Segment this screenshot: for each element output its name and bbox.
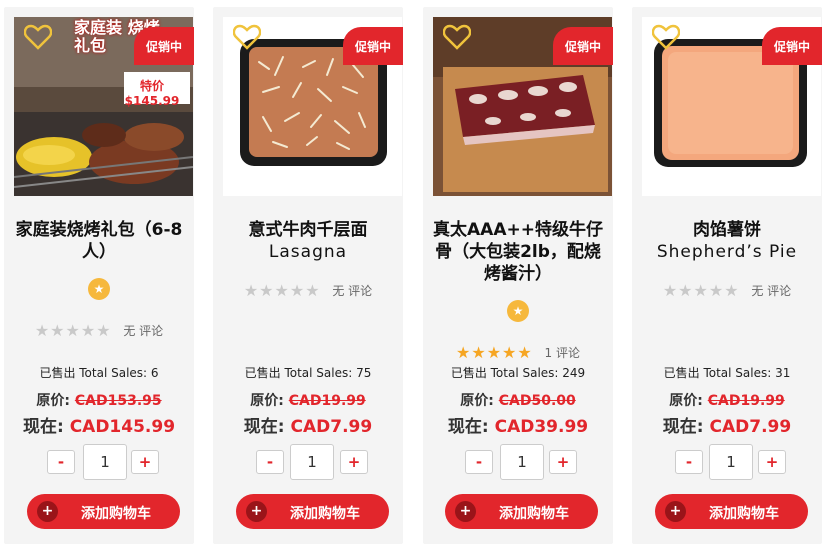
rating-stars: ★★★★★ <box>243 281 321 300</box>
qty-input[interactable]: 1 <box>500 444 544 480</box>
rating-stars: ★★★★★ <box>662 281 740 300</box>
qty-input[interactable]: 1 <box>709 444 753 480</box>
review-count[interactable]: 无 评论 <box>123 324 163 338</box>
image-price-tag: 特价 $145.99 <box>124 79 180 108</box>
quantity-stepper: - 1 + <box>423 444 613 480</box>
product-title[interactable]: 家庭装烧烤礼包（6-8人） <box>14 219 184 263</box>
heart-icon[interactable] <box>232 24 262 50</box>
original-price-label: 原价: <box>669 393 703 409</box>
original-price-value: CAD19.99 <box>707 393 785 409</box>
rating-row: ★★★★★ 无 评论 <box>4 321 194 340</box>
qty-input[interactable]: 1 <box>290 444 334 480</box>
original-price-value: CAD19.99 <box>288 393 366 409</box>
product-title-cn: 意式牛肉千层面 <box>248 220 368 240</box>
product-title-cn: 真太AAA++特级牛仔骨（大包装2lb，配烧烤酱汁） <box>433 220 603 284</box>
current-price: 现在: CAD39.99 <box>423 412 613 437</box>
product-card: 家庭装 烧烤礼包 特价 $145.99 促销中 家庭装烧烤礼包（6-8人） ★ … <box>4 7 194 544</box>
add-to-cart-button[interactable]: + 添加购物车 <box>27 494 180 529</box>
qty-minus-button[interactable]: - <box>47 450 75 474</box>
current-price: 现在: CAD7.99 <box>632 412 822 437</box>
heart-icon[interactable] <box>442 24 472 50</box>
total-sales: 已售出 Total Sales: 6 <box>39 366 159 380</box>
add-to-cart-label: 添加购物车 <box>81 506 151 522</box>
quantity-stepper: - 1 + <box>4 444 194 480</box>
original-price-value: CAD50.00 <box>498 393 576 409</box>
qty-minus-button[interactable]: - <box>256 450 284 474</box>
sale-badge: 促销中 <box>762 27 822 65</box>
rating-row: ★★★★★ 1 评论 <box>423 343 613 362</box>
qty-plus-button[interactable]: + <box>340 450 368 474</box>
add-to-cart-label: 添加购物车 <box>290 506 360 522</box>
product-title[interactable]: 意式牛肉千层面 Lasagna <box>213 219 403 263</box>
rating-stars: ★★★★★ <box>456 343 533 362</box>
current-price-value: CAD7.99 <box>290 417 373 437</box>
current-price-value: CAD7.99 <box>709 417 792 437</box>
qty-minus-button[interactable]: - <box>465 450 493 474</box>
qty-plus-button[interactable]: + <box>549 450 577 474</box>
product-title-cn: 家庭装烧烤礼包（6-8人） <box>15 220 183 262</box>
product-card: 促销中 肉馅薯饼 Shepherd’s Pie ★★★★★ 无 评论 已售出 T… <box>632 7 822 544</box>
plus-icon: + <box>665 501 686 522</box>
plus-icon: + <box>455 501 476 522</box>
current-price: 现在: CAD145.99 <box>4 412 194 437</box>
heart-icon[interactable] <box>23 24 53 50</box>
sale-badge: 促销中 <box>343 27 403 65</box>
rating-stars: ★★★★★ <box>34 321 112 340</box>
plus-icon: + <box>246 501 267 522</box>
original-price-label: 原价: <box>250 393 284 409</box>
product-title-en: Lasagna <box>268 242 348 262</box>
original-price-label: 原价: <box>36 393 70 409</box>
product-grid: 家庭装 烧烤礼包 特价 $145.99 促销中 家庭装烧烤礼包（6-8人） ★ … <box>0 0 837 551</box>
quantity-stepper: - 1 + <box>632 444 822 480</box>
add-to-cart-label: 添加购物车 <box>709 506 779 522</box>
qty-plus-button[interactable]: + <box>131 450 159 474</box>
add-to-cart-button[interactable]: + 添加购物车 <box>236 494 389 529</box>
product-title-cn: 肉馅薯饼 <box>693 220 761 240</box>
add-to-cart-button[interactable]: + 添加购物车 <box>445 494 598 529</box>
original-price: 原价: CAD50.00 <box>423 390 613 410</box>
current-price-value: CAD145.99 <box>69 417 176 437</box>
qty-plus-button[interactable]: + <box>758 450 786 474</box>
total-sales: 已售出 Total Sales: 31 <box>663 366 791 380</box>
product-title[interactable]: 肉馅薯饼 Shepherd’s Pie <box>632 219 822 263</box>
star-badge-icon: ★ <box>507 300 529 322</box>
qty-minus-button[interactable]: - <box>675 450 703 474</box>
original-price-label: 原价: <box>460 393 494 409</box>
current-price-label: 现在: <box>22 417 64 437</box>
heart-icon[interactable] <box>651 24 681 50</box>
product-title-en: Shepherd’s Pie <box>656 242 798 262</box>
original-price: 原价: CAD153.95 <box>4 390 194 410</box>
original-price-value: CAD153.95 <box>74 393 162 409</box>
sale-badge: 促销中 <box>134 27 194 65</box>
sale-badge: 促销中 <box>553 27 613 65</box>
review-count[interactable]: 无 评论 <box>751 284 791 298</box>
add-to-cart-label: 添加购物车 <box>499 506 569 522</box>
rating-row: ★★★★★ 无 评论 <box>213 281 403 300</box>
product-title[interactable]: 真太AAA++特级牛仔骨（大包装2lb，配烧烤酱汁） <box>433 219 603 285</box>
review-count[interactable]: 1 评论 <box>545 346 580 360</box>
current-price-label: 现在: <box>662 417 704 437</box>
review-count[interactable]: 无 评论 <box>332 284 372 298</box>
current-price-label: 现在: <box>447 417 489 437</box>
plus-icon: + <box>37 501 58 522</box>
add-to-cart-button[interactable]: + 添加购物车 <box>655 494 808 529</box>
qty-input[interactable]: 1 <box>83 444 127 480</box>
star-badge-icon: ★ <box>88 278 110 300</box>
product-card: 促销中 意式牛肉千层面 Lasagna ★★★★★ 无 评论 已售出 Total… <box>213 7 403 544</box>
original-price: 原价: CAD19.99 <box>632 390 822 410</box>
current-price-label: 现在: <box>243 417 285 437</box>
original-price: 原价: CAD19.99 <box>213 390 403 410</box>
current-price: 现在: CAD7.99 <box>213 412 403 437</box>
rating-row: ★★★★★ 无 评论 <box>632 281 822 300</box>
quantity-stepper: - 1 + <box>213 444 403 480</box>
current-price-value: CAD39.99 <box>494 417 589 437</box>
product-card: 促销中 真太AAA++特级牛仔骨（大包装2lb，配烧烤酱汁） ★ ★★★★★ 1… <box>423 7 613 544</box>
total-sales: 已售出 Total Sales: 249 <box>450 366 586 380</box>
total-sales: 已售出 Total Sales: 75 <box>244 366 372 380</box>
